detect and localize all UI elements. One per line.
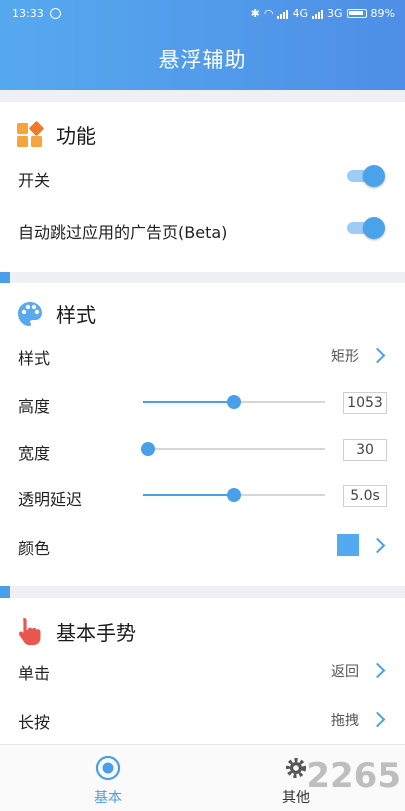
battery-level: 89% — [370, 7, 395, 20]
gesture-header: 基本手势 — [16, 616, 136, 646]
style-value[interactable]: 矩形 — [331, 346, 359, 366]
height-label: 高度 — [18, 397, 51, 416]
signal-icon-2 — [312, 9, 324, 19]
gesture-card: 基本手势 单击 返回 长按 拖拽 — [0, 598, 405, 744]
page-title: 悬浮辅助 — [158, 48, 247, 72]
style-header: 样式 — [16, 299, 96, 328]
palette-icon — [18, 301, 42, 326]
hand-pointer-icon — [18, 618, 41, 645]
function-header: 功能 — [16, 120, 96, 149]
transparency-delay-value[interactable]: 5.0s — [343, 485, 387, 507]
width-slider[interactable] — [141, 439, 325, 459]
height-slider[interactable] — [143, 392, 325, 412]
transparency-delay-label: 透明延迟 — [18, 490, 83, 509]
style-card: 样式 样式 矩形 高度 1053 宽度 30 透明延迟 5.0s 颜色 — [0, 283, 405, 586]
chevron-right-icon[interactable] — [369, 711, 386, 728]
battery-icon — [346, 9, 367, 18]
long-press-label: 长按 — [18, 713, 51, 732]
notification-icon — [50, 8, 61, 19]
function-card: 功能 开关 自动跳过应用的广告页(Beta) — [0, 102, 405, 272]
color-label: 颜色 — [18, 539, 51, 558]
status-indicators: ✱ ◠ 4G 3G 89% — [251, 7, 395, 20]
slider-thumb[interactable] — [141, 442, 156, 456]
tap-value[interactable]: 返回 — [331, 661, 359, 681]
width-value[interactable]: 30 — [343, 439, 387, 461]
tap-label: 单击 — [18, 664, 51, 683]
bluetooth-icon: ✱ — [250, 7, 260, 20]
apps-icon — [17, 120, 44, 147]
wifi-icon: ◠ — [263, 7, 274, 20]
transparency-delay-slider[interactable] — [143, 485, 325, 505]
style-title: 样式 — [56, 303, 96, 327]
status-time: 13:33 — [12, 7, 44, 20]
network-4g: 4G — [292, 7, 309, 20]
style-label: 样式 — [18, 349, 51, 368]
watermark-logo: 2265 — [306, 756, 401, 796]
chevron-right-icon[interactable] — [369, 537, 386, 554]
status-bar: 13:33 ✱ ◠ 4G 3G 89% — [0, 0, 405, 28]
chevron-right-icon[interactable] — [369, 347, 386, 364]
master-switch-toggle[interactable] — [347, 165, 385, 187]
height-value[interactable]: 1053 — [343, 392, 387, 414]
radio-target-icon — [95, 755, 121, 781]
width-label: 宽度 — [18, 444, 51, 463]
gesture-title: 基本手势 — [56, 620, 136, 645]
skip-ads-toggle[interactable] — [347, 217, 385, 239]
nav-basic-label: 基本 — [94, 790, 122, 806]
color-swatch[interactable] — [337, 534, 359, 556]
master-switch-label: 开关 — [18, 171, 51, 190]
chevron-right-icon[interactable] — [369, 662, 386, 679]
slider-thumb[interactable] — [227, 488, 241, 502]
app-header: 13:33 ✱ ◠ 4G 3G 89% 悬浮辅助 — [0, 0, 405, 90]
slider-thumb[interactable] — [227, 395, 241, 409]
skip-ads-label: 自动跳过应用的广告页(Beta) — [18, 223, 228, 242]
long-press-value[interactable]: 拖拽 — [331, 710, 359, 730]
network-3g: 3G — [327, 7, 343, 20]
nav-basic[interactable]: 基本 — [58, 745, 158, 811]
function-title: 功能 — [56, 124, 96, 148]
signal-icon — [277, 9, 289, 19]
gear-icon — [286, 758, 306, 778]
